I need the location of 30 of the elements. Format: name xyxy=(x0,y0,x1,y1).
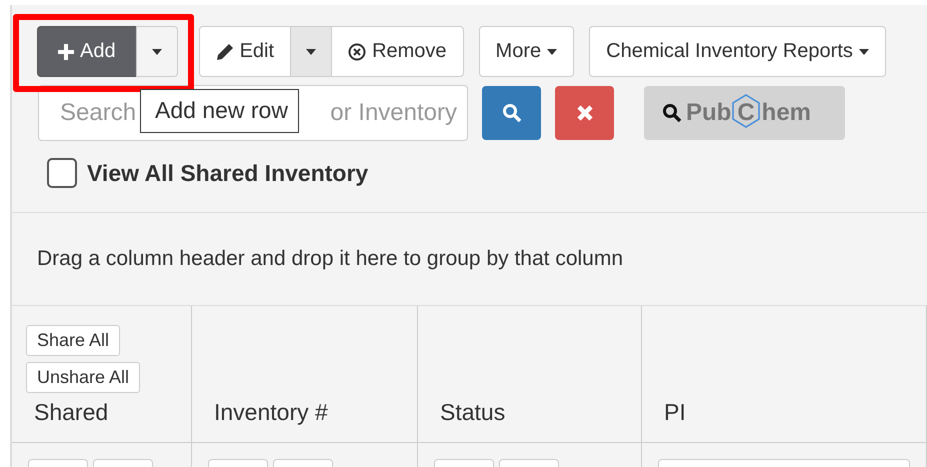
close-icon xyxy=(576,104,594,122)
caret-icon xyxy=(306,48,316,54)
dropdown-toggle[interactable] xyxy=(136,26,178,77)
toolbar-button[interactable]: Add xyxy=(37,26,137,77)
column-header[interactable]: Shared xyxy=(26,399,191,426)
toolbar-button[interactable]: Remove xyxy=(331,26,464,77)
header-button[interactable]: Share All xyxy=(26,325,120,356)
search-icon xyxy=(662,103,682,123)
pencil-icon xyxy=(216,42,234,60)
dropdown-button[interactable]: More xyxy=(478,26,574,77)
caret-icon xyxy=(547,48,558,54)
checkbox-label: View All Shared Inventory xyxy=(87,160,368,186)
remove-icon xyxy=(348,42,366,60)
group-panel-hint: Drag a column header and drop it here to group by that column xyxy=(37,247,624,271)
caret-icon xyxy=(152,48,162,54)
search-icon xyxy=(502,103,522,123)
header-button[interactable]: Unshare All xyxy=(26,362,140,393)
checkbox[interactable] xyxy=(47,158,77,188)
dropdown-toggle[interactable] xyxy=(290,26,332,77)
search-button[interactable] xyxy=(482,86,541,140)
plus-icon xyxy=(58,44,74,60)
column-header[interactable]: Status xyxy=(434,399,641,426)
hexagon-icon xyxy=(731,94,762,128)
column-header[interactable]: PI xyxy=(658,399,926,426)
column-header[interactable]: Inventory # xyxy=(208,399,417,426)
clear-button[interactable] xyxy=(555,86,614,140)
toolbar-button[interactable]: Edit xyxy=(198,26,292,77)
tooltip: Add new row xyxy=(140,89,299,133)
dropdown-button[interactable]: Chemical Inventory Reports xyxy=(589,26,886,77)
caret-icon xyxy=(858,48,869,54)
